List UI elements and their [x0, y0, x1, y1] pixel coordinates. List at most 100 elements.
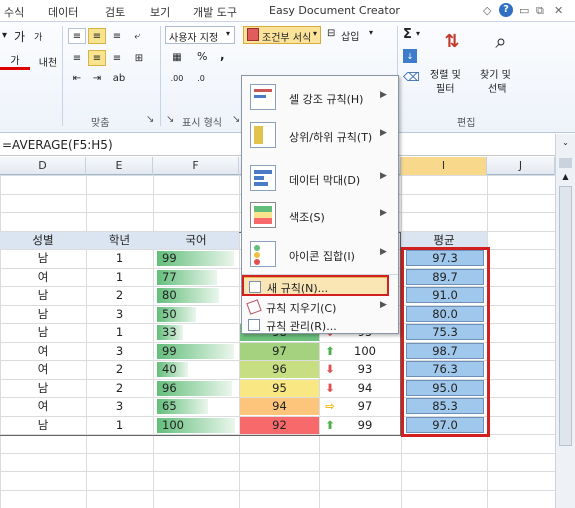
cell-grade[interactable]: 3 [86, 306, 153, 323]
tab-data[interactable]: 데이터 [48, 4, 78, 20]
cell-h[interactable]: 97 [340, 398, 390, 415]
formula-input[interactable]: =AVERAGE(F5:H5) [2, 138, 113, 152]
phonetic-icon[interactable]: 내천 [36, 52, 60, 70]
font-color-button[interactable]: 가 [0, 52, 30, 70]
menu-item-manage-rules[interactable]: 규칙 관리(R)... [242, 316, 398, 334]
cell-gender[interactable]: 여 [0, 269, 86, 286]
vertical-scrollbar[interactable]: ⌄ ▲ [555, 134, 575, 508]
header-grade[interactable]: 학년 [86, 232, 153, 249]
cell-grade[interactable]: 1 [86, 324, 153, 341]
column-header-e[interactable]: E [86, 157, 153, 175]
help-icon[interactable]: ? [499, 3, 513, 17]
cell-gender[interactable]: 여 [0, 398, 86, 415]
menu-item-top-bottom-rules[interactable]: 상위/하위 규칙(T) ▶ [242, 118, 398, 153]
menu-item-data-bars[interactable]: 데이터 막대(D) ▶ [242, 161, 398, 196]
split-handle[interactable] [559, 158, 572, 168]
minimize-icon[interactable]: ▭ [519, 4, 529, 17]
number-launcher-icon[interactable]: ↘ [166, 114, 174, 125]
cell-grade[interactable]: 3 [86, 343, 153, 360]
cell-gender[interactable]: 남 [0, 287, 86, 304]
conditional-format-button[interactable]: 조건부 서식 ▾ [243, 26, 321, 44]
cell-h[interactable]: 99 [340, 417, 390, 434]
cell-korean[interactable]: 77 [162, 269, 222, 286]
cell-g[interactable]: 94 [240, 398, 319, 415]
cell-gender[interactable]: 남 [0, 250, 86, 267]
menu-item-highlight-cells-rules[interactable]: 셀 강조 규칙(H) ▶ [242, 80, 398, 115]
cell-korean[interactable]: 99 [162, 343, 222, 360]
align-right-icon[interactable]: ≡ [108, 50, 126, 66]
cell-g[interactable]: 95 [240, 380, 319, 397]
align-center-icon[interactable]: ≡ [88, 50, 106, 66]
cell-grade[interactable]: 3 [86, 398, 153, 415]
formula-expand-icon[interactable]: ⌄ [559, 138, 572, 150]
alignment-launcher-icon[interactable]: ↘ [146, 114, 154, 125]
scroll-up-icon[interactable]: ▲ [559, 172, 572, 182]
cell-g[interactable]: 97 [240, 343, 319, 360]
autosum-button[interactable]: Σ [403, 27, 412, 42]
restore-icon[interactable]: ⧉ [536, 4, 544, 18]
close-icon[interactable]: ✕ [554, 4, 563, 17]
ribbon-collapse-icon[interactable]: ◇ [483, 4, 491, 17]
font-grow-button[interactable]: 가 [14, 28, 25, 45]
cell-gender[interactable]: 남 [0, 306, 86, 323]
number-format-dropdown[interactable]: 사용자 지정 ▾ [165, 26, 235, 44]
align-middle-icon[interactable]: ≡ [88, 28, 106, 44]
cell-gender[interactable]: 여 [0, 361, 86, 378]
comma-style-button[interactable]: , [220, 48, 225, 62]
cell-grade[interactable]: 1 [86, 417, 153, 434]
clear-icon[interactable]: ⌫ [403, 70, 420, 84]
decrease-indent-icon[interactable]: ⇤ [68, 70, 86, 86]
cell-h[interactable]: 93 [340, 361, 390, 378]
tab-review[interactable]: 검토 [105, 4, 125, 20]
menu-item-color-scales[interactable]: 색조(S) ▶ [242, 198, 398, 233]
sort-filter-button[interactable]: ⇅ 정렬 및 필터 [428, 26, 478, 110]
number-group-launcher-icon[interactable]: ↘ [232, 114, 240, 125]
orientation-icon[interactable]: ab [108, 70, 130, 86]
insert-button[interactable]: ⊟ 삽입 ▾ [325, 26, 380, 44]
header-gender[interactable]: 성별 [0, 232, 86, 249]
cell-korean[interactable]: 99 [162, 250, 222, 267]
cell-korean[interactable]: 100 [162, 417, 222, 434]
percent-style-button[interactable]: % [197, 50, 207, 63]
menu-item-icon-sets[interactable]: 아이콘 집합(I) ▶ [242, 237, 398, 272]
dropdown-arrow-icon[interactable]: ▾ [416, 29, 420, 38]
increase-indent-icon[interactable]: ⇥ [88, 70, 106, 86]
cell-h[interactable]: 100 [340, 343, 390, 360]
column-header-j[interactable]: J [487, 157, 555, 175]
fill-icon[interactable]: ↓ [403, 49, 417, 63]
font-shrink-button[interactable]: 가 [34, 30, 42, 43]
cell-korean[interactable]: 50 [162, 306, 222, 323]
cell-grade[interactable]: 2 [86, 380, 153, 397]
cell-korean[interactable]: 96 [162, 380, 222, 397]
cell-gender[interactable]: 남 [0, 417, 86, 434]
cell-grade[interactable]: 1 [86, 250, 153, 267]
find-select-button[interactable]: ⌕ 찾기 및 선택 [478, 26, 526, 110]
align-top-icon[interactable]: ≡ [68, 28, 86, 44]
cell-gender[interactable]: 남 [0, 324, 86, 341]
accounting-format-icon[interactable]: ▦ [166, 49, 188, 65]
increase-decimal-icon[interactable]: .00 [166, 70, 188, 86]
decrease-decimal-icon[interactable]: .0 [190, 70, 212, 86]
tab-view[interactable]: 보기 [150, 4, 170, 20]
cell-gender[interactable]: 여 [0, 343, 86, 360]
wrap-text-icon[interactable]: ⤶ [128, 28, 146, 44]
cell-grade[interactable]: 1 [86, 269, 153, 286]
column-header-i[interactable]: I [401, 157, 487, 175]
cell-gender[interactable]: 남 [0, 380, 86, 397]
tab-formulas[interactable]: 수식 [4, 4, 24, 20]
scroll-thumb[interactable] [559, 186, 572, 446]
column-header-d[interactable]: D [0, 157, 86, 175]
column-header-f[interactable]: F [153, 157, 239, 175]
cell-g[interactable]: 96 [240, 361, 319, 378]
cell-grade[interactable]: 2 [86, 287, 153, 304]
tab-developer[interactable]: 개발 도구 [193, 4, 237, 20]
tab-easy-document-creator[interactable]: Easy Document Creator [269, 4, 400, 17]
align-left-icon[interactable]: ≡ [68, 50, 86, 66]
cell-g[interactable]: 92 [240, 417, 319, 434]
cell-grade[interactable]: 2 [86, 361, 153, 378]
cell-h[interactable]: 94 [340, 380, 390, 397]
cell-korean[interactable]: 40 [162, 361, 222, 378]
align-bottom-icon[interactable]: ≡ [108, 28, 126, 44]
header-korean[interactable]: 국어 [153, 232, 239, 249]
merge-center-icon[interactable]: ⊞ [128, 50, 150, 66]
